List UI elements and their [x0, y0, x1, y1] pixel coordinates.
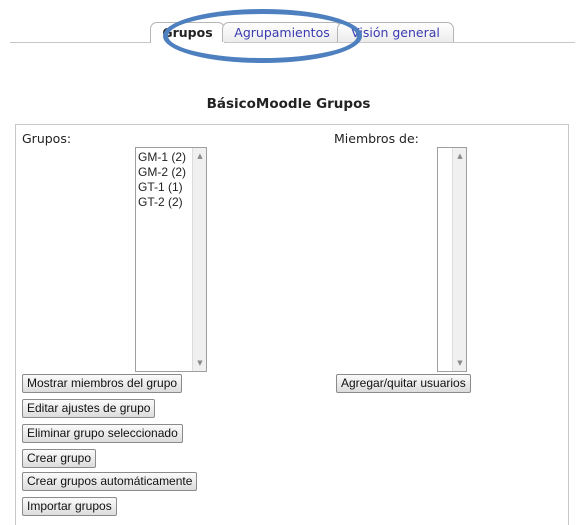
list-item[interactable]: GT-2 (2) [138, 195, 186, 210]
groups-listbox[interactable]: GM-1 (2) GM-2 (2) GT-1 (1) GT-2 (2) ▲ ▼ [135, 147, 207, 372]
delete-selected-group-button[interactable]: Eliminar grupo seleccionado [22, 424, 183, 443]
scroll-up-icon[interactable]: ▲ [193, 151, 207, 161]
add-remove-users-button[interactable]: Agregar/quitar usuarios [336, 374, 471, 393]
groups-label: Grupos: [22, 131, 72, 146]
groups-scrollbar[interactable]: ▲ ▼ [192, 148, 206, 371]
edit-group-settings-button[interactable]: Editar ajustes de grupo [22, 399, 156, 418]
tab-vision-general[interactable]: Visión general [337, 22, 454, 42]
list-item[interactable]: GM-2 (2) [138, 165, 186, 180]
members-label: Miembros de: [334, 131, 419, 146]
tab-bar: Grupos Agrupamientos Visión general [10, 22, 575, 43]
groups-list: GM-1 (2) GM-2 (2) GT-1 (1) GT-2 (2) [138, 150, 186, 210]
list-item[interactable]: GM-1 (2) [138, 150, 186, 165]
page-title: BásicoMoodle Grupos [206, 96, 371, 112]
auto-create-groups-button[interactable]: Crear grupos automáticamente [22, 472, 198, 491]
list-item[interactable]: GT-1 (1) [138, 180, 186, 195]
import-groups-button[interactable]: Importar grupos [22, 497, 117, 516]
scroll-down-icon[interactable]: ▼ [453, 358, 467, 368]
scroll-down-icon[interactable]: ▼ [193, 358, 207, 368]
groups-frame [15, 124, 569, 525]
members-listbox[interactable]: ▲ ▼ [437, 147, 467, 372]
members-scrollbar[interactable]: ▲ ▼ [452, 148, 466, 371]
create-group-button[interactable]: Crear grupo [22, 449, 97, 468]
show-members-button[interactable]: Mostrar miembros del grupo [22, 374, 183, 393]
tab-agrupamientos[interactable]: Agrupamientos [222, 22, 342, 42]
scroll-up-icon[interactable]: ▲ [453, 151, 467, 161]
tab-grupos[interactable]: Grupos [150, 22, 225, 43]
